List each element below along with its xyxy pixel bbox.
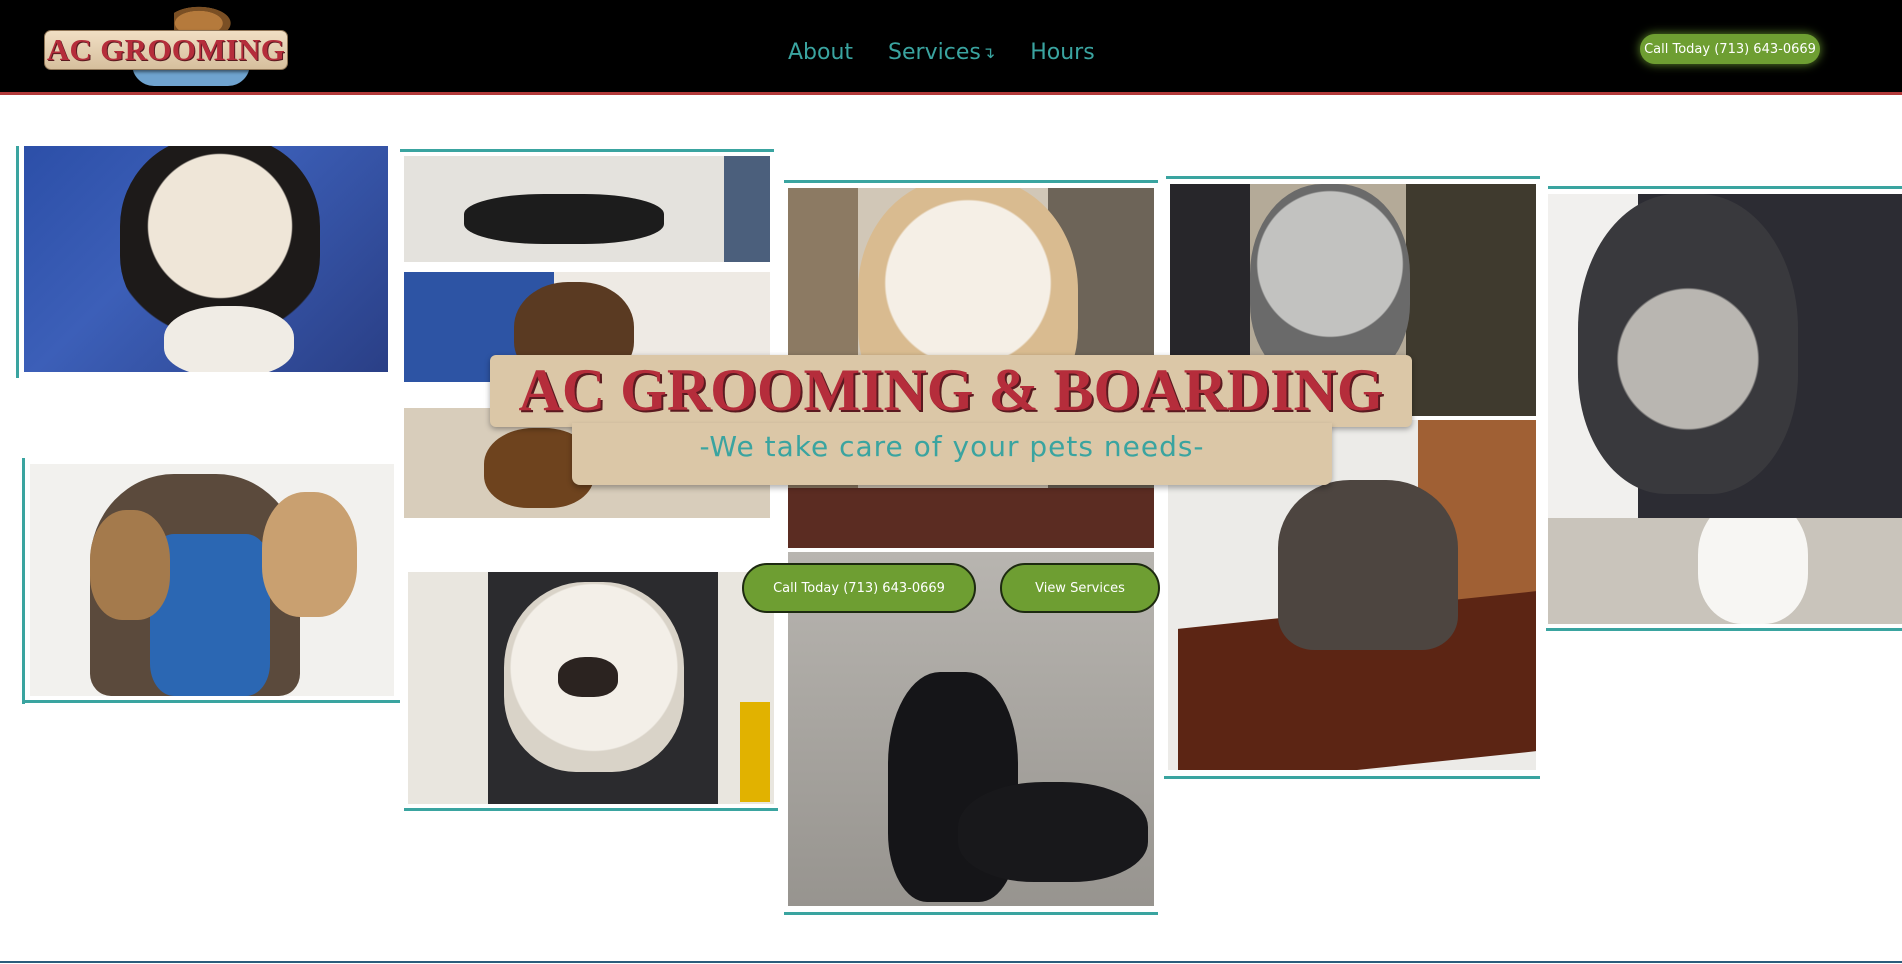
photo-frame-line	[22, 458, 25, 704]
site-logo[interactable]: AC GROOMING	[44, 4, 292, 90]
photo-frame-line	[404, 808, 778, 811]
photo-bulldog	[408, 572, 774, 804]
arrow-down-right-icon: ↴	[981, 42, 996, 62]
photo-frame-line	[400, 149, 774, 152]
header-call-button[interactable]: Call Today (713) 643-0669	[1640, 34, 1820, 64]
photo-frame-line	[1166, 176, 1540, 179]
section-divider	[0, 961, 1902, 963]
nav-about-label: About	[788, 39, 854, 65]
main-nav: About Services ↴ Hours	[788, 36, 1130, 68]
photo-frame-line	[784, 180, 1158, 183]
view-services-button[interactable]: View Services	[1000, 563, 1160, 613]
photo-grooming-table	[404, 156, 770, 262]
logo-text: AC GROOMING	[46, 32, 286, 67]
nav-services-label: Services	[888, 39, 981, 65]
nav-about[interactable]: About	[788, 40, 853, 65]
photo-frame-line	[784, 912, 1158, 915]
photo-yorkies	[30, 464, 394, 696]
photo-schnauzer-closeup	[1548, 194, 1902, 518]
site-header: AC GROOMING About Services ↴ Hours Call …	[0, 0, 1902, 95]
nav-services[interactable]: Services ↴	[888, 40, 995, 65]
hero-subtitle: -We take care of your pets needs-	[699, 430, 1205, 463]
photo-frame-line	[22, 700, 400, 703]
photo-frame-line	[1546, 628, 1902, 631]
photo-frame-line	[16, 146, 19, 378]
hero-title: AC GROOMING & BOARDING	[518, 357, 1384, 423]
photo-poodle-floor	[1548, 518, 1902, 624]
photo-frame-line	[1164, 776, 1540, 779]
photo-shih-tzu	[24, 146, 388, 372]
photo-frame-line	[1548, 186, 1902, 189]
hero-call-button[interactable]: Call Today (713) 643-0669	[742, 563, 976, 613]
nav-hours[interactable]: Hours	[1030, 40, 1094, 65]
nav-hours-label: Hours	[1030, 39, 1095, 65]
